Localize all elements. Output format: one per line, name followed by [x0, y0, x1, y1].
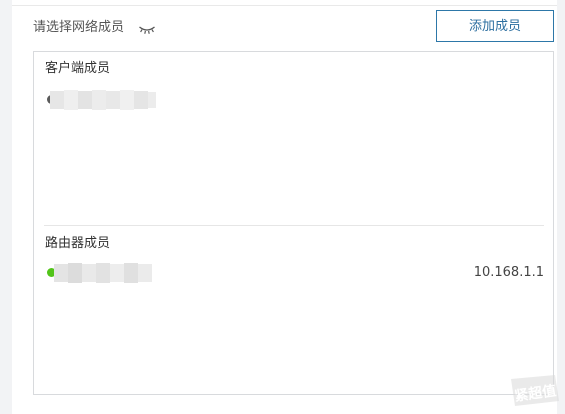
watermark-logo: 紧超值	[511, 375, 559, 406]
router-name-redacted	[54, 263, 152, 283]
client-name-redacted	[50, 90, 156, 110]
client-member-row[interactable]	[44, 90, 544, 110]
eye-closed-icon[interactable]	[138, 21, 156, 35]
router-members-title: 路由器成员	[45, 236, 111, 251]
members-panel: 客户端成员 路由器成员 10.168.1.1	[33, 51, 554, 395]
right-gutter	[557, 0, 565, 414]
left-gutter	[0, 0, 12, 414]
router-ip-address: 10.168.1.1	[473, 265, 544, 280]
router-member-row[interactable]: 10.168.1.1	[44, 263, 544, 283]
network-members-label: 请选择网络成员	[33, 20, 125, 35]
add-member-button[interactable]: 添加成员	[436, 10, 554, 42]
section-divider	[44, 225, 544, 226]
client-members-title: 客户端成员	[45, 61, 111, 76]
top-border	[12, 5, 557, 6]
